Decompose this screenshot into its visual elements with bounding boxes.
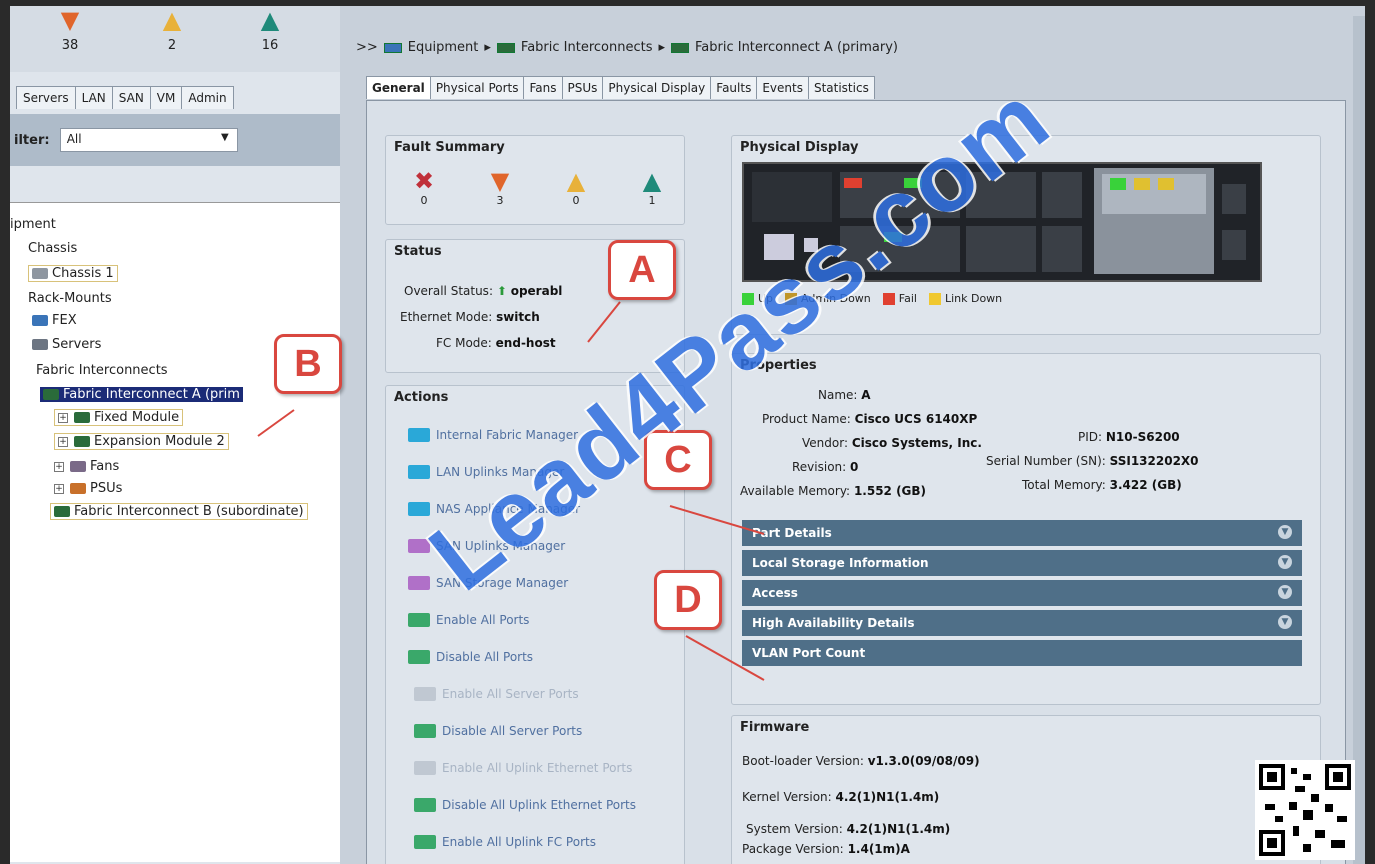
callout-a: A [608,240,676,300]
screen: ▼ 38 ▲ 2 ▲ 16 Servers LAN SAN VM Admin i… [10,6,1365,864]
callout-d: D [654,570,722,630]
qr-code-image [1255,760,1355,860]
qr-code-drawing [1259,764,1351,856]
callout-b: B [274,334,342,394]
callout-c: C [644,430,712,490]
